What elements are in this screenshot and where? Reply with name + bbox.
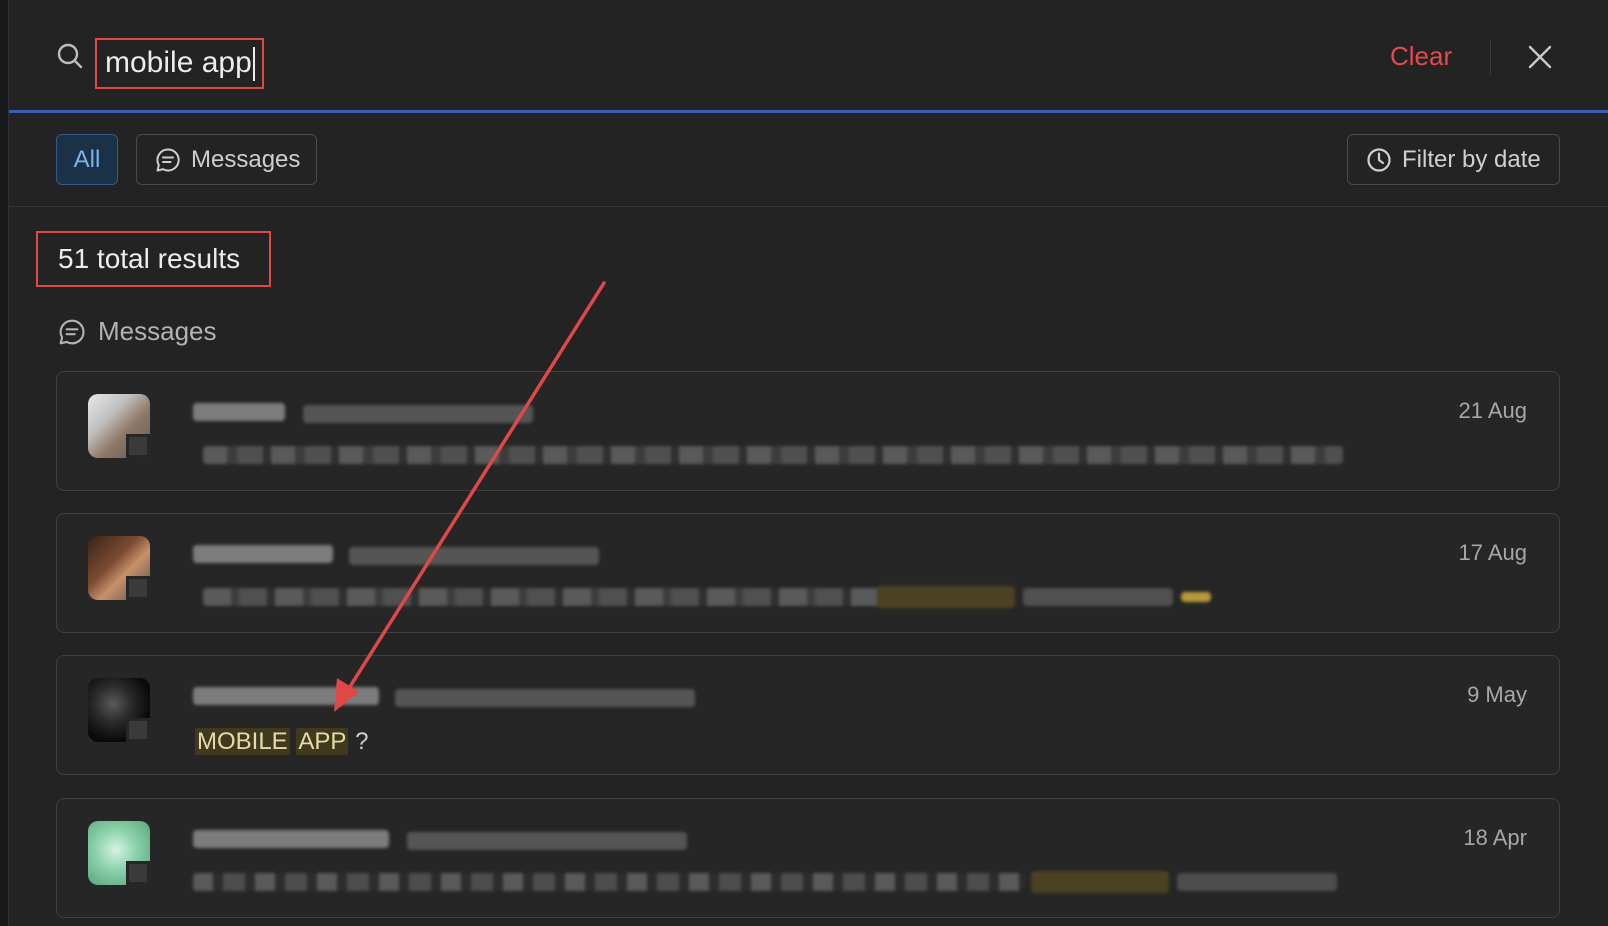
redacted-message-text xyxy=(1177,873,1337,891)
chat-bubble-icon xyxy=(156,147,180,171)
clock-icon xyxy=(1367,147,1391,172)
messages-section-header: Messages xyxy=(58,316,217,347)
clear-button[interactable]: Clear xyxy=(1390,38,1452,74)
message-text-tail: ? xyxy=(348,728,369,755)
avatar xyxy=(88,821,150,885)
avatar xyxy=(88,536,150,600)
search-match-highlight: MOBILE xyxy=(195,728,290,755)
redacted-highlight-match xyxy=(1031,871,1169,893)
total-results-count: 51 total results xyxy=(36,231,271,287)
avatar-status-badge xyxy=(126,861,150,885)
search-match-highlight: APP xyxy=(296,728,349,755)
search-icon xyxy=(57,43,83,69)
left-edge-strip xyxy=(0,0,8,926)
filter-by-date-label: Filter by date xyxy=(1402,145,1541,173)
redacted-sender xyxy=(193,403,285,421)
redacted-sender xyxy=(193,830,389,848)
text-caret xyxy=(252,47,255,82)
message-result-card[interactable]: 17 Aug xyxy=(56,513,1560,633)
redacted-channel xyxy=(349,547,599,565)
redacted-highlight-match xyxy=(1181,592,1211,602)
message-result-card[interactable]: MOBILE APP ? 9 May xyxy=(56,655,1560,775)
filter-by-date-button[interactable]: Filter by date xyxy=(1347,134,1560,185)
search-input[interactable]: mobile app xyxy=(95,38,264,89)
filter-messages-chip[interactable]: Messages xyxy=(136,134,317,185)
filter-messages-label: Messages xyxy=(191,145,301,173)
message-date: 18 Apr xyxy=(1463,825,1527,850)
message-result-card[interactable]: 18 Apr xyxy=(56,798,1560,918)
message-date: 9 May xyxy=(1467,682,1527,707)
redacted-message-text xyxy=(193,873,1025,891)
redacted-message-text xyxy=(203,588,883,606)
avatar-status-badge xyxy=(126,434,150,458)
redacted-message-text xyxy=(203,446,1343,464)
messages-section-label: Messages xyxy=(98,316,217,346)
redacted-sender xyxy=(193,545,333,563)
redacted-highlight-match xyxy=(877,586,1015,608)
avatar-status-badge xyxy=(126,576,150,600)
header-separator xyxy=(1490,40,1491,74)
redacted-channel xyxy=(303,405,533,423)
message-result-card[interactable]: 21 Aug xyxy=(56,371,1560,491)
chat-bubble-icon xyxy=(59,319,85,344)
total-results-label: 51 total results xyxy=(58,243,241,274)
message-text: MOBILE APP ? xyxy=(195,728,368,756)
redacted-message-text xyxy=(1023,588,1173,606)
close-icon[interactable] xyxy=(1527,44,1553,70)
message-date: 17 Aug xyxy=(1458,540,1527,565)
redacted-channel xyxy=(407,832,687,850)
search-focus-underline xyxy=(9,110,1608,113)
avatar xyxy=(88,394,150,458)
filter-bar-divider xyxy=(9,206,1608,207)
redacted-channel xyxy=(395,689,695,707)
redacted-sender xyxy=(193,687,379,705)
message-date: 21 Aug xyxy=(1458,398,1527,423)
avatar-status-badge xyxy=(126,718,150,742)
filter-all-chip[interactable]: All xyxy=(56,134,118,185)
filter-all-label: All xyxy=(73,145,101,173)
avatar xyxy=(88,678,150,742)
search-query-text: mobile app xyxy=(105,46,252,79)
